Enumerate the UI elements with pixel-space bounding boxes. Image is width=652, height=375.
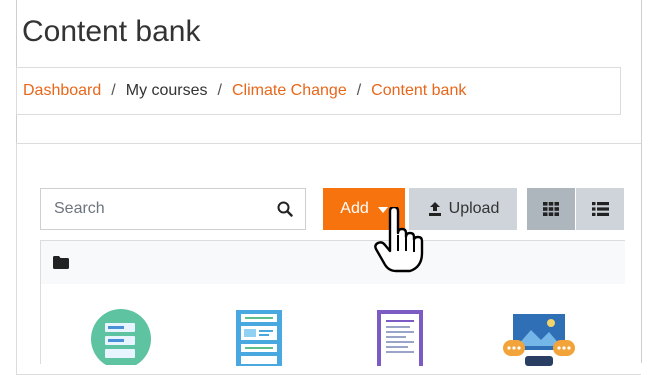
folder-icon[interactable]	[53, 256, 69, 269]
upload-icon	[428, 202, 441, 216]
upload-button-label: Upload	[448, 200, 500, 217]
breadcrumb-separator: /	[217, 82, 222, 99]
breadcrumb-separator: /	[356, 82, 362, 99]
breadcrumb-my-courses[interactable]: My courses	[126, 82, 208, 100]
breadcrumb-dashboard[interactable]: Dashboard	[23, 82, 101, 100]
breadcrumb: Dashboard / My courses / Climate Change …	[16, 67, 621, 115]
hand-pointer-cursor-icon	[374, 207, 424, 273]
folder-path-bar	[40, 240, 625, 285]
breadcrumb-separator: /	[111, 82, 116, 99]
grid-view-button[interactable]	[527, 188, 575, 230]
document-content-icon[interactable]	[377, 310, 423, 366]
grid-view-icon	[543, 202, 559, 216]
add-button-label: Add	[340, 200, 369, 217]
file-grid	[40, 284, 626, 366]
breadcrumb-climate-change[interactable]: Climate Change	[232, 82, 347, 100]
form-content-icon[interactable]	[91, 309, 151, 365]
search-icon	[277, 201, 293, 217]
list-view-button[interactable]	[576, 188, 624, 230]
list-view-icon	[591, 202, 609, 216]
image-chat-content-icon[interactable]	[501, 312, 577, 368]
search-input[interactable]	[41, 188, 265, 230]
search-box	[40, 188, 306, 230]
layout-content-icon[interactable]	[236, 310, 282, 366]
search-button[interactable]	[265, 189, 305, 229]
page-title: Content bank	[22, 15, 201, 48]
breadcrumb-content-bank[interactable]: Content bank	[371, 82, 466, 100]
